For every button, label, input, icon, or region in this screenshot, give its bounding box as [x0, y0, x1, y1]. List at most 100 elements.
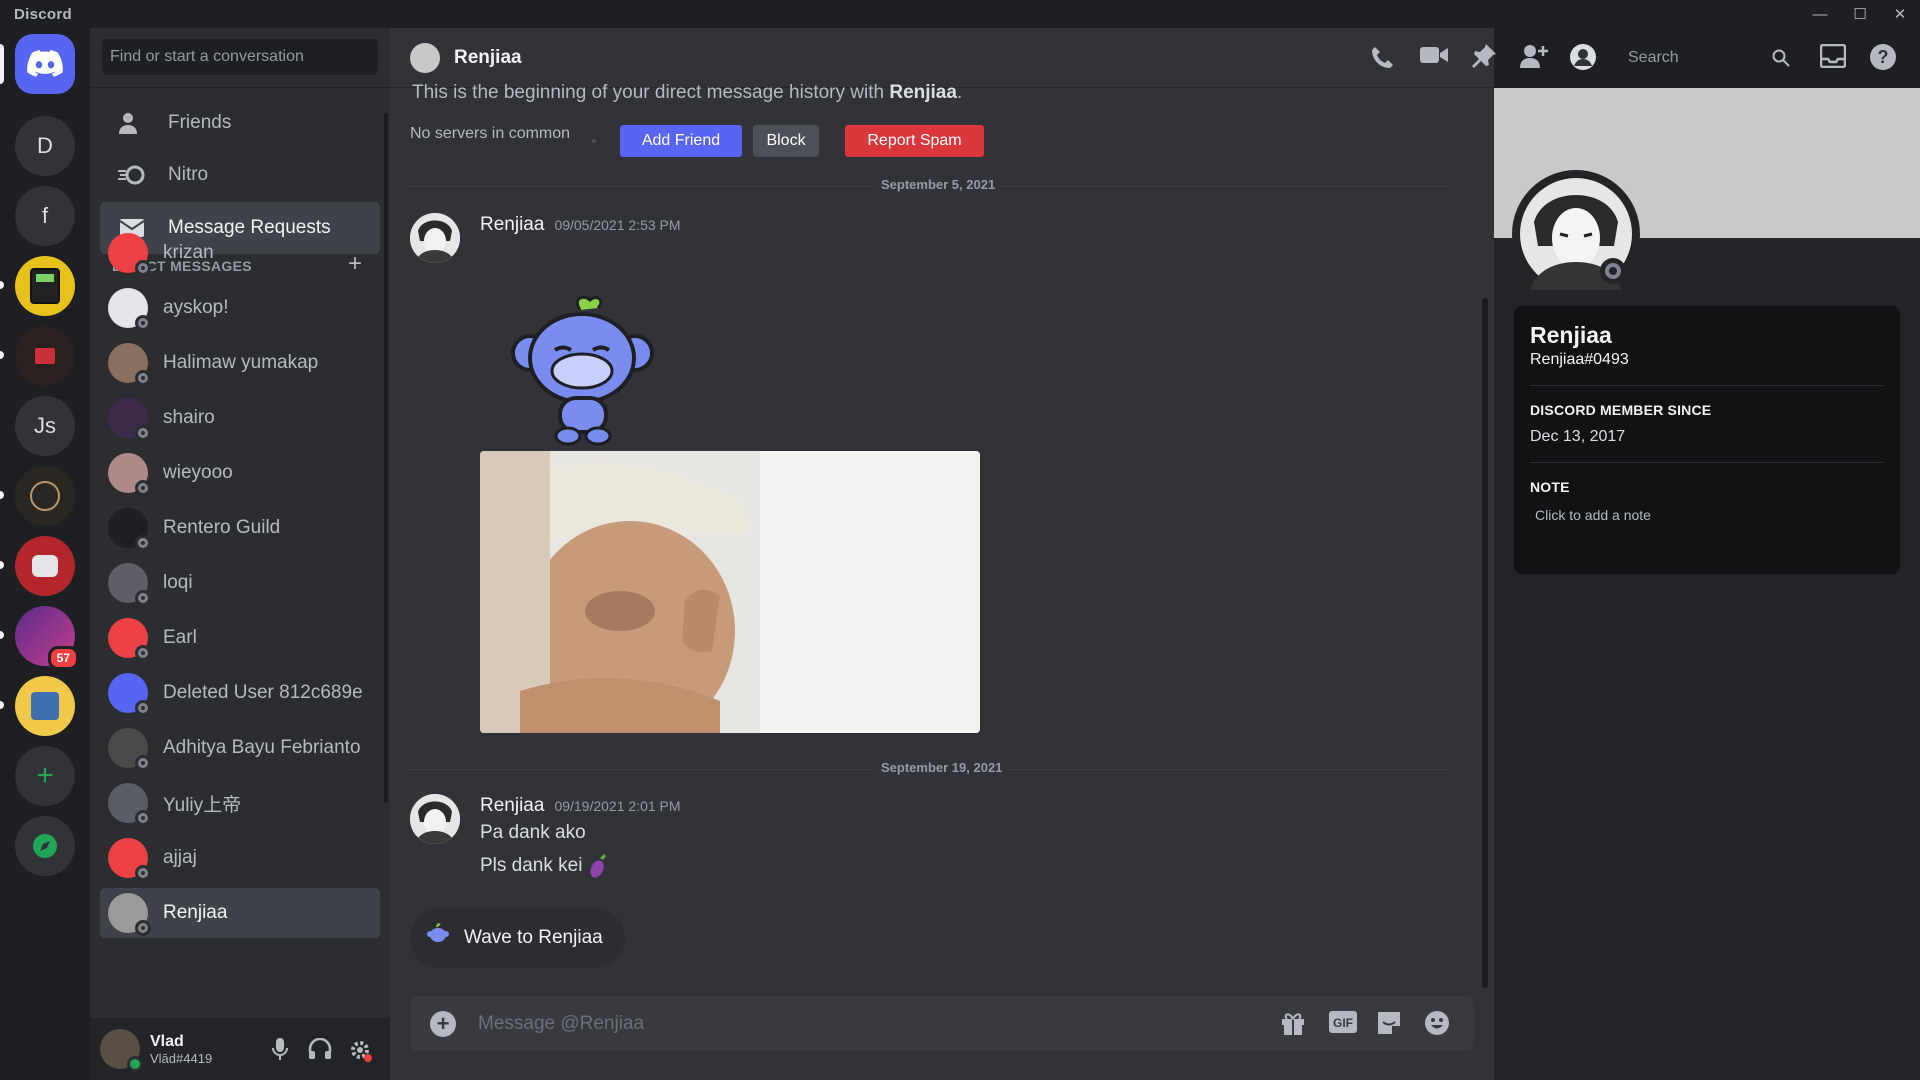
server-js[interactable]: Js — [15, 396, 75, 456]
dm-avatar — [108, 728, 151, 771]
friends-icon — [114, 112, 150, 134]
dm-item[interactable]: ayskop! — [100, 283, 380, 333]
help-icon[interactable]: ? — [1870, 44, 1896, 75]
dm-name: krizan — [163, 242, 214, 263]
dm-item[interactable]: Deleted User 812c689e — [100, 668, 380, 718]
status-indicator — [135, 755, 151, 771]
server-neon[interactable]: 57 — [15, 606, 79, 670]
note-input[interactable]: Click to add a note — [1535, 507, 1884, 523]
explore-servers-button[interactable] — [15, 816, 75, 876]
server-calculator[interactable] — [15, 256, 75, 316]
plus-icon: + — [36, 759, 54, 792]
dm-name: Adhitya Bayu Febrianto — [163, 737, 361, 758]
message-avatar[interactable] — [410, 213, 460, 263]
settings-gear-icon[interactable] — [348, 1038, 372, 1067]
mention-badge: 57 — [47, 646, 79, 670]
profile-avatar[interactable] — [1512, 170, 1640, 298]
gift-icon[interactable] — [1280, 1010, 1306, 1041]
server-red-bot[interactable] — [15, 536, 75, 596]
nav-friends[interactable]: Friends — [100, 98, 380, 148]
status-indicator — [135, 810, 151, 826]
gif-embed[interactable] — [480, 451, 980, 733]
wumpus-sticker[interactable] — [500, 288, 665, 448]
dm-item[interactable]: Rentero Guild — [100, 503, 380, 553]
dm-avatar — [108, 288, 151, 331]
unread-indicator — [0, 701, 4, 709]
user-profile-panel: Renjiaa Renjiaa#0493 DISCORD MEMBER SINC… — [1494, 88, 1920, 1080]
pinned-messages-icon[interactable] — [1472, 44, 1496, 75]
attach-plus-icon[interactable]: + — [430, 1010, 456, 1037]
message-author: Renjiaa 09/19/2021 2:01 PM — [480, 795, 681, 816]
dm-name: shairo — [163, 407, 215, 428]
wumpus-wave-icon — [426, 923, 450, 953]
server-d[interactable]: D — [15, 116, 75, 176]
sticker-picker-icon[interactable] — [1376, 1010, 1402, 1041]
microphone-icon[interactable] — [272, 1038, 288, 1065]
dm-item[interactable]: krizan — [100, 228, 380, 278]
user-avatar[interactable] — [100, 1029, 143, 1072]
dm-item[interactable]: Earl — [100, 613, 380, 663]
voice-call-icon[interactable] — [1370, 44, 1396, 75]
server-image — [32, 555, 58, 577]
chat-search-input[interactable]: Search — [1620, 42, 1798, 74]
chat-scrollbar[interactable] — [1482, 298, 1488, 988]
wave-button[interactable]: Wave to Renjiaa — [410, 908, 625, 968]
dm-item[interactable]: Yuliy上帝 — [100, 778, 380, 828]
search-icon — [1772, 49, 1790, 72]
maximize-icon[interactable]: ☐ — [1840, 0, 1880, 28]
add-friend-button[interactable]: Add Friend — [620, 125, 742, 157]
headphones-icon[interactable] — [308, 1037, 332, 1065]
dm-name: Renjiaa — [163, 902, 228, 923]
date-divider: September 5, 2021 — [410, 177, 1450, 192]
nav-nitro[interactable]: Nitro — [100, 150, 380, 200]
user-info[interactable]: Vlad Vlād#4419 — [150, 1033, 212, 1066]
compass-icon — [33, 834, 57, 858]
message-text: Pls dank kei — [480, 854, 608, 878]
message-input[interactable]: Message @Renjiaa — [478, 1013, 644, 1035]
no-servers-in-common: No servers in common — [410, 125, 571, 142]
add-friends-to-dm-icon[interactable] — [1520, 44, 1548, 73]
dm-item[interactable]: loqi — [100, 558, 380, 608]
dm-item[interactable]: wieyooo — [100, 448, 380, 498]
chat-title: Renjiaa — [454, 46, 522, 68]
dm-name: Earl — [163, 627, 197, 648]
inbox-icon[interactable] — [1819, 43, 1847, 73]
gif-picker-icon[interactable]: GIF — [1328, 1010, 1358, 1039]
block-button[interactable]: Block — [753, 125, 819, 157]
dm-avatar — [108, 618, 151, 661]
dm-name: ajjaj — [163, 847, 197, 868]
status-indicator — [1600, 258, 1626, 284]
home-button[interactable] — [15, 34, 75, 94]
dm-search-input[interactable]: Find or start a conversation — [102, 39, 378, 75]
header-avatar — [410, 42, 440, 73]
dm-item[interactable]: Renjiaa — [100, 888, 380, 938]
dm-scrollbar[interactable] — [384, 113, 388, 803]
report-spam-button[interactable]: Report Spam — [845, 125, 984, 157]
emoji-picker-icon[interactable] — [1424, 1010, 1450, 1041]
dm-avatar — [108, 398, 151, 441]
server-image — [35, 348, 55, 364]
message-composer[interactable]: + Message @Renjiaa GIF — [410, 996, 1474, 1051]
close-icon[interactable]: ✕ — [1880, 0, 1920, 28]
dm-item[interactable]: Adhitya Bayu Febrianto — [100, 723, 380, 773]
dm-item[interactable]: shairo — [100, 393, 380, 443]
video-call-icon[interactable] — [1420, 44, 1448, 71]
dm-item[interactable]: ajjaj — [100, 833, 380, 883]
server-image — [30, 481, 60, 511]
status-indicator — [135, 370, 151, 386]
server-red[interactable] — [15, 326, 75, 386]
discord-logo-icon — [27, 50, 63, 77]
add-server-button[interactable]: + — [15, 746, 75, 806]
dm-avatar — [108, 343, 151, 386]
status-indicator — [135, 700, 151, 716]
dm-name: Yuliy上帝 — [163, 794, 242, 816]
user-profile-toggle-icon[interactable] — [1570, 44, 1596, 75]
server-yellow[interactable] — [15, 676, 75, 736]
dm-item[interactable]: Halimaw yumakap — [100, 338, 380, 388]
title-bar: Discord — ☐ ✕ — [0, 0, 1920, 28]
minimize-icon[interactable]: — — [1800, 0, 1840, 28]
server-f[interactable]: f — [15, 186, 75, 246]
profile-name: Renjiaa — [1530, 322, 1612, 348]
server-dark[interactable] — [15, 466, 75, 526]
message-avatar[interactable] — [410, 794, 460, 844]
